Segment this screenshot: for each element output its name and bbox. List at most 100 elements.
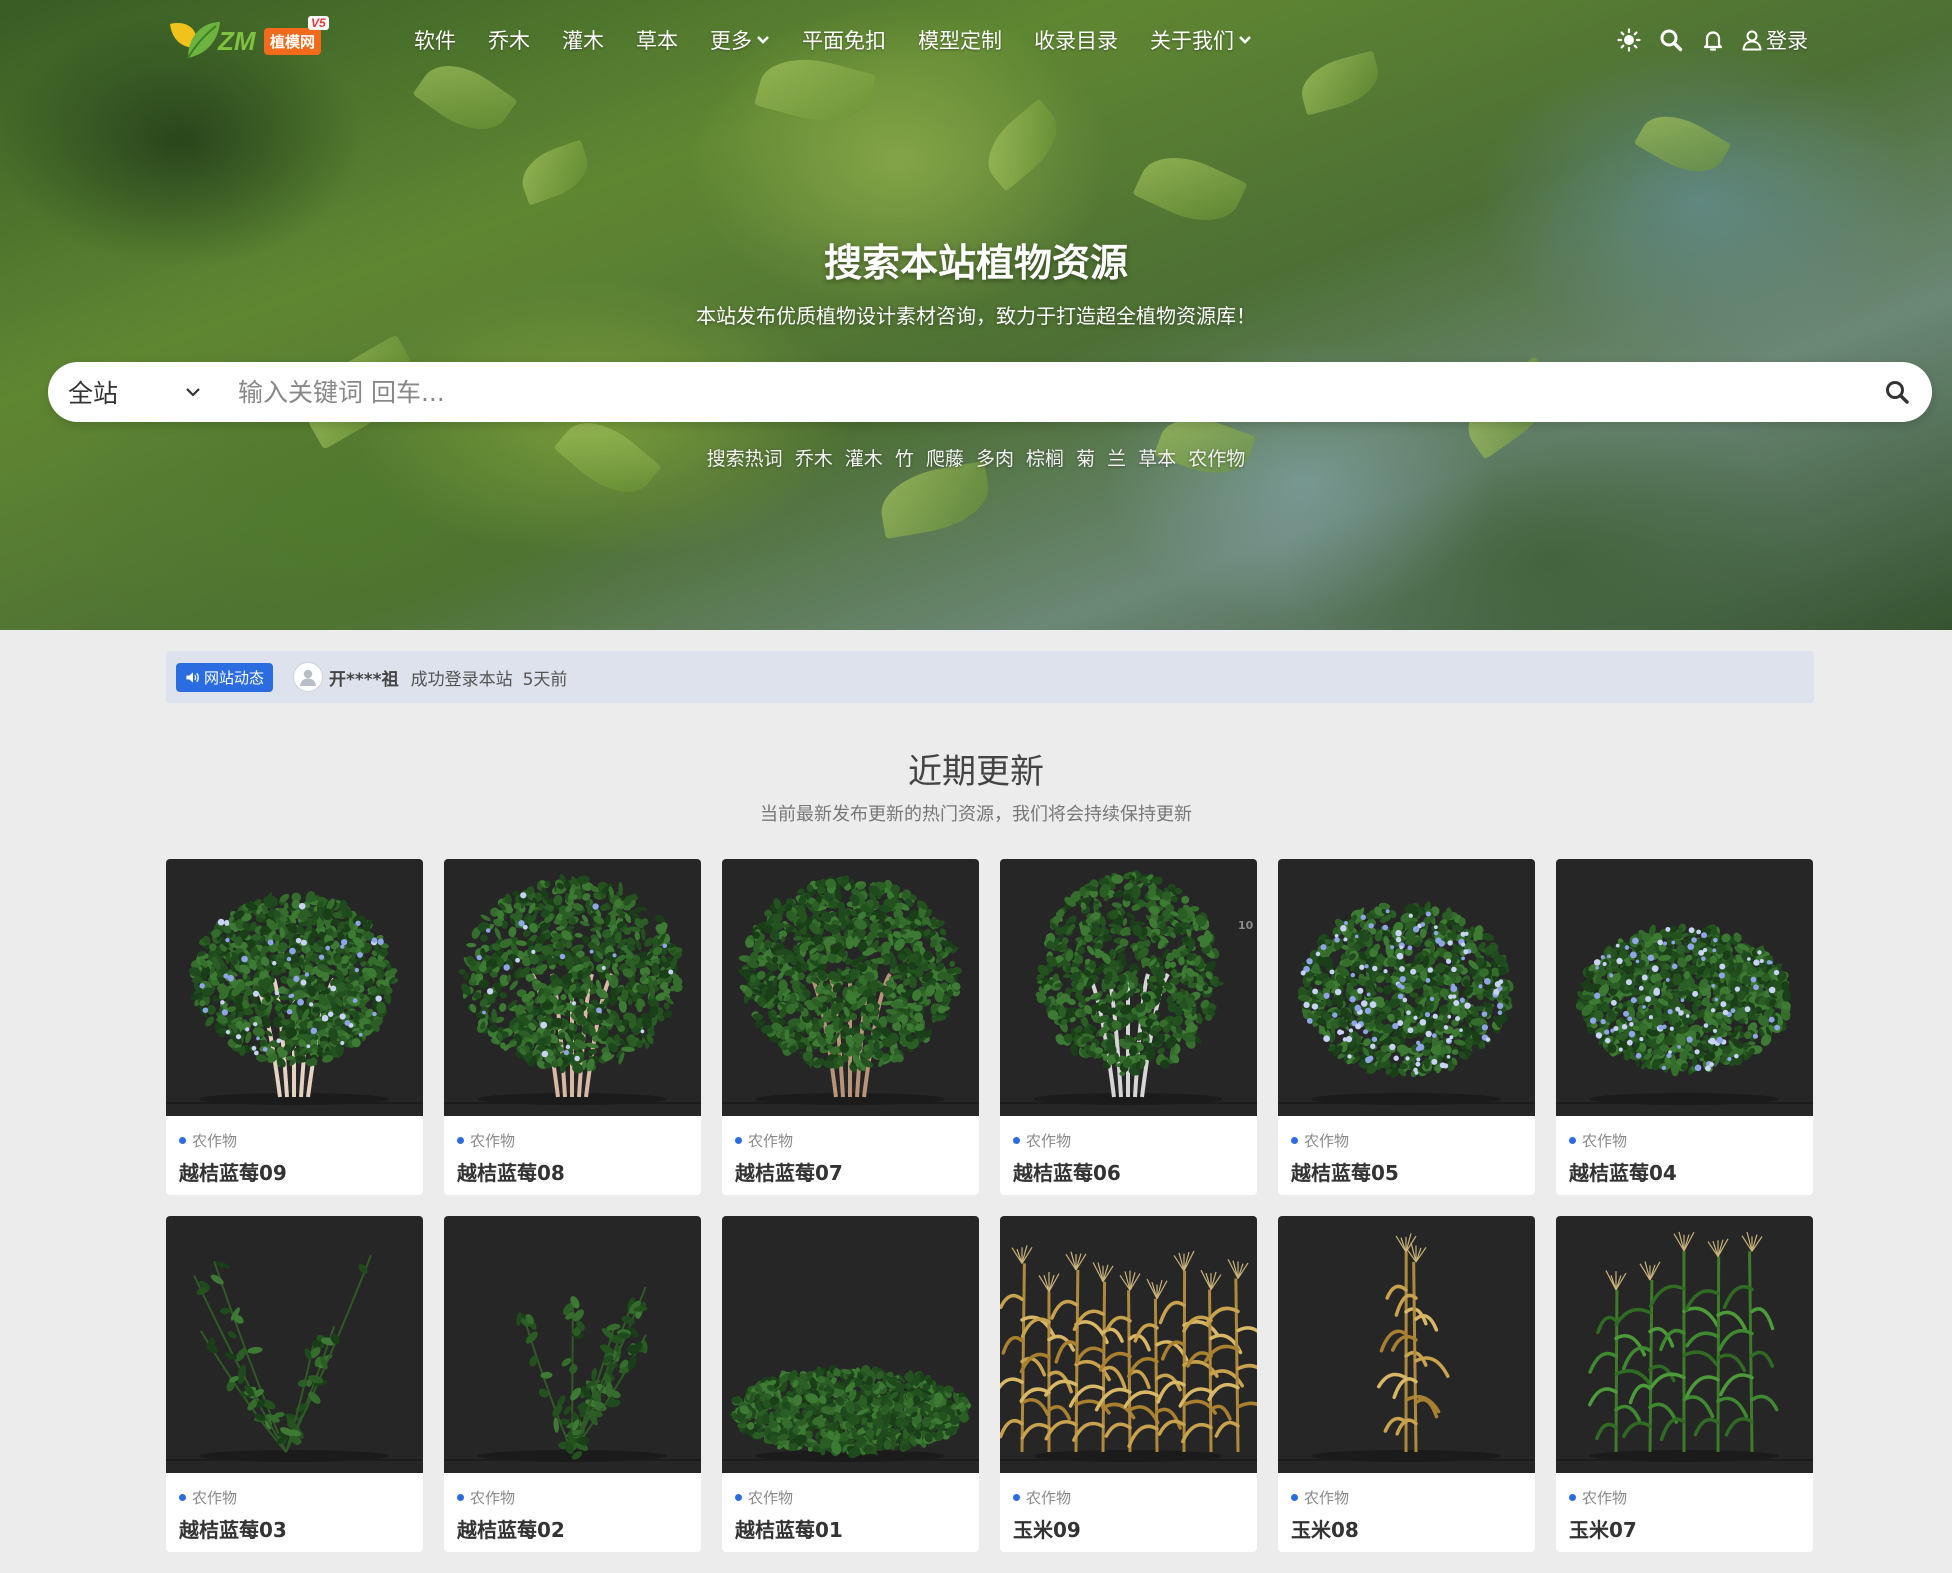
nav-item-herbs[interactable]: 草本 — [636, 25, 678, 55]
category-label: 农作物 — [470, 1489, 516, 1507]
resource-category[interactable]: 农作物 — [179, 1487, 411, 1508]
resource-category[interactable]: 农作物 — [457, 1130, 689, 1151]
login-button[interactable]: 登录 — [1741, 25, 1808, 55]
resource-thumbnail[interactable] — [1556, 859, 1813, 1116]
chevron-down-icon — [757, 36, 769, 44]
nav-label: 收录目录 — [1034, 29, 1118, 53]
resource-title[interactable]: 玉米07 — [1569, 1514, 1801, 1543]
resource-card[interactable]: 农作物玉米08 — [1278, 1216, 1535, 1552]
resource-card[interactable]: 农作物越桔蓝莓04 — [1556, 859, 1813, 1195]
resource-thumbnail[interactable] — [1000, 1216, 1257, 1473]
resource-thumbnail[interactable] — [444, 1216, 701, 1473]
ticker-time: 5天前 — [522, 669, 568, 690]
resource-thumbnail[interactable] — [722, 1216, 979, 1473]
resource-category[interactable]: 农作物 — [1291, 1130, 1523, 1151]
resource-card[interactable]: 农作物越桔蓝莓08 — [444, 859, 701, 1195]
sun-icon[interactable] — [1617, 28, 1641, 52]
resource-category[interactable]: 农作物 — [1569, 1487, 1801, 1508]
activity-ticker: 网站动态 开****祖 成功登录本站 5天前 — [166, 651, 1814, 703]
resource-category[interactable]: 农作物 — [1291, 1487, 1523, 1508]
category-label: 农作物 — [1026, 1132, 1072, 1150]
nav-item-shrubs[interactable]: 灌木 — [562, 25, 604, 55]
resource-title[interactable]: 越桔蓝莓02 — [457, 1514, 689, 1543]
resource-thumbnail[interactable] — [1278, 1216, 1535, 1473]
resource-thumbnail[interactable] — [1278, 859, 1535, 1116]
resource-category[interactable]: 农作物 — [1013, 1130, 1245, 1151]
logo-leaf-icon — [170, 22, 220, 59]
hot-word[interactable]: 竹 — [895, 448, 914, 470]
resource-card[interactable]: 农作物越桔蓝莓05 — [1278, 859, 1535, 1195]
resource-category[interactable]: 农作物 — [179, 1130, 411, 1151]
resource-thumbnail[interactable] — [1556, 1216, 1813, 1473]
resource-card[interactable]: 农作物越桔蓝莓02 — [444, 1216, 701, 1552]
resource-title[interactable]: 越桔蓝莓01 — [735, 1514, 967, 1543]
logo-text: ZM — [218, 26, 256, 56]
resource-title[interactable]: 越桔蓝莓03 — [179, 1514, 411, 1543]
resource-title[interactable]: 玉米08 — [1291, 1514, 1523, 1543]
resource-category[interactable]: 农作物 — [1569, 1130, 1801, 1151]
hot-word[interactable]: 爬藤 — [926, 448, 964, 470]
hot-word[interactable]: 棕榈 — [1026, 448, 1064, 470]
resource-category[interactable]: 农作物 — [1013, 1487, 1245, 1508]
resource-title[interactable]: 越桔蓝莓06 — [1013, 1157, 1245, 1186]
search-input[interactable] — [216, 362, 1862, 422]
category-dot-icon — [457, 1137, 464, 1144]
category-dot-icon — [179, 1494, 186, 1501]
nav-item-trees[interactable]: 乔木 — [488, 25, 530, 55]
hot-word[interactable]: 菊 — [1076, 448, 1095, 470]
hot-word[interactable]: 农作物 — [1188, 448, 1245, 470]
resource-card[interactable]: 农作物越桔蓝莓09 — [166, 859, 423, 1195]
resource-card[interactable]: 农作物越桔蓝莓07 — [722, 859, 979, 1195]
category-dot-icon — [735, 1137, 742, 1144]
resource-thumbnail[interactable] — [722, 859, 979, 1116]
resource-thumbnail[interactable] — [166, 1216, 423, 1473]
resource-title[interactable]: 越桔蓝莓07 — [735, 1157, 967, 1186]
category-label: 农作物 — [748, 1132, 794, 1150]
resource-title[interactable]: 越桔蓝莓04 — [1569, 1157, 1801, 1186]
resource-category[interactable]: 农作物 — [735, 1130, 967, 1151]
category-label: 农作物 — [470, 1132, 516, 1150]
resource-card[interactable]: 农作物玉米07 — [1556, 1216, 1813, 1552]
hot-word[interactable]: 草本 — [1138, 448, 1176, 470]
resource-thumbnail[interactable] — [166, 859, 423, 1116]
resource-card[interactable]: 农作物玉米09 — [1000, 1216, 1257, 1552]
resource-title[interactable]: 玉米09 — [1013, 1514, 1245, 1543]
section-subtitle: 当前最新发布更新的热门资源，我们将会持续保持更新 — [760, 804, 1192, 825]
nav-item-custom-model[interactable]: 模型定制 — [918, 25, 1002, 55]
search-icon — [1886, 381, 1909, 404]
resource-thumbnail[interactable]: 10 — [1000, 859, 1257, 1116]
hot-word[interactable]: 灌木 — [845, 448, 883, 470]
resource-card[interactable]: 10 农作物越桔蓝莓06 — [1000, 859, 1257, 1195]
nav-label: 模型定制 — [918, 29, 1002, 53]
category-dot-icon — [457, 1494, 464, 1501]
resource-title[interactable]: 越桔蓝莓09 — [179, 1157, 411, 1186]
resource-title[interactable]: 越桔蓝莓08 — [457, 1157, 689, 1186]
category-dot-icon — [1569, 1494, 1576, 1501]
nav-label: 草本 — [636, 29, 678, 53]
hot-word[interactable]: 多肉 — [976, 448, 1014, 470]
nav-item-software[interactable]: 软件 — [414, 25, 456, 55]
resource-card[interactable]: 农作物越桔蓝莓03 — [166, 1216, 423, 1552]
category-dot-icon — [1013, 1137, 1020, 1144]
search-submit-button[interactable] — [1862, 362, 1932, 422]
nav-item-about[interactable]: 关于我们 — [1150, 25, 1252, 55]
speaker-icon — [186, 671, 199, 683]
resource-category[interactable]: 农作物 — [457, 1487, 689, 1508]
category-dot-icon — [1569, 1137, 1576, 1144]
site-logo[interactable]: ZM 植模网 V5 — [166, 14, 332, 62]
resource-title[interactable]: 越桔蓝莓05 — [1291, 1157, 1523, 1186]
bell-icon[interactable] — [1701, 28, 1725, 52]
resource-category[interactable]: 农作物 — [735, 1487, 967, 1508]
logo-badge: 植模网 — [264, 28, 322, 55]
hot-word[interactable]: 兰 — [1107, 448, 1126, 470]
nav-item-more[interactable]: 更多 — [710, 25, 770, 55]
resource-thumbnail[interactable] — [444, 859, 701, 1116]
search-icon[interactable] — [1659, 28, 1683, 52]
category-label: 农作物 — [192, 1132, 238, 1150]
hot-word[interactable]: 乔木 — [795, 448, 833, 470]
nav-item-directory[interactable]: 收录目录 — [1034, 25, 1118, 55]
resource-card[interactable]: 农作物越桔蓝莓01 — [722, 1216, 979, 1552]
search-scope-select[interactable]: 全站 — [48, 362, 216, 422]
plant-render-icon — [1575, 923, 1792, 1105]
nav-item-flat-cutout[interactable]: 平面免扣 — [802, 25, 886, 55]
